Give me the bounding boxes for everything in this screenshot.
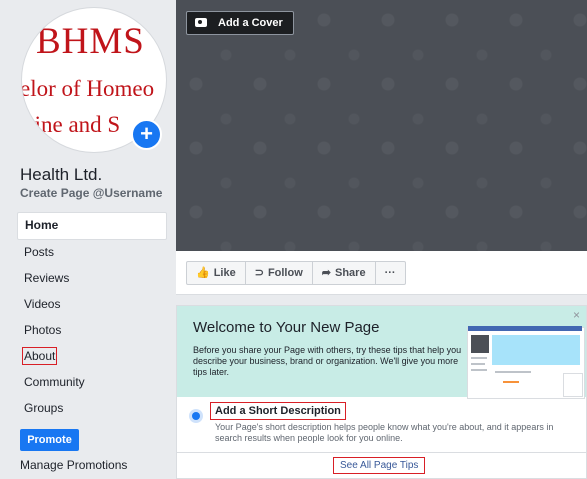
tip-title[interactable]: Add a Short Description <box>210 402 346 420</box>
share-arrow-icon: ➦ <box>321 267 331 279</box>
logo-text-line1: elor of Homeo <box>22 76 155 101</box>
nav-label: Community <box>24 375 85 389</box>
nav-label: Photos <box>24 323 62 337</box>
nav-label: Home <box>25 218 59 232</box>
nav-label: Posts <box>24 245 55 259</box>
logo-text-main: BHMS <box>36 21 145 62</box>
nav-item-community[interactable]: Community <box>17 370 167 396</box>
tips-footer: See All Page Tips <box>177 452 586 479</box>
nav-item-posts[interactable]: Posts <box>17 240 167 266</box>
left-column: BHMS elor of Homeo icine and S + Health … <box>0 0 176 479</box>
follow-label: Follow <box>267 267 303 279</box>
nav-label: About <box>21 347 58 365</box>
logo-text-line2: icine and S <box>22 112 121 137</box>
nav-item-groups[interactable]: Groups <box>17 396 167 422</box>
create-username-link[interactable]: Create Page @Username <box>20 186 162 200</box>
tip-item[interactable]: Add a Short Description Your Page's shor… <box>177 397 586 452</box>
nav-label: Reviews <box>24 271 70 285</box>
page-nav: Home Posts Reviews Videos Photos About C… <box>17 212 167 422</box>
rss-icon: ⊃ <box>254 267 264 279</box>
nav-label: Videos <box>24 297 61 311</box>
welcome-header: Welcome to Your New Page Before you shar… <box>177 306 587 399</box>
page-title: Health Ltd. <box>20 165 103 184</box>
add-cover-label: Add a Cover <box>218 17 283 29</box>
add-photo-plus-icon[interactable]: + <box>131 119 162 150</box>
follow-button[interactable]: ⊃ Follow <box>246 262 313 284</box>
cover-photo-area: Add a Cover <box>176 0 587 251</box>
like-button[interactable]: 👍 Like <box>187 262 246 284</box>
manage-promotions-link[interactable]: Manage Promotions <box>20 458 127 472</box>
thumbs-up-icon: 👍 <box>196 267 210 279</box>
see-all-tips-link[interactable]: See All Page Tips <box>332 457 426 474</box>
welcome-title: Welcome to Your New Page <box>193 319 380 336</box>
nav-item-home[interactable]: Home <box>17 212 167 240</box>
promote-button[interactable]: Promote <box>20 429 79 451</box>
action-button-group: 👍 Like ⊃ Follow ➦ Share ··· <box>186 261 406 285</box>
page-preview-illustration <box>467 325 587 399</box>
camera-icon <box>195 18 207 27</box>
welcome-description: Before you share your Page with others, … <box>193 345 462 377</box>
share-button[interactable]: ➦ Share <box>313 262 376 284</box>
lightbulb-icon <box>192 412 200 420</box>
add-cover-button[interactable]: Add a Cover <box>186 11 294 35</box>
more-options-button[interactable]: ··· <box>376 262 405 284</box>
nav-item-photos[interactable]: Photos <box>17 318 167 344</box>
tip-description: Your Page's short description helps peop… <box>215 422 554 443</box>
close-icon[interactable]: × <box>573 308 580 322</box>
nav-item-reviews[interactable]: Reviews <box>17 266 167 292</box>
nav-item-videos[interactable]: Videos <box>17 292 167 318</box>
page-action-bar: 👍 Like ⊃ Follow ➦ Share ··· <box>176 251 587 295</box>
like-label: Like <box>213 267 236 279</box>
nav-item-about[interactable]: About <box>17 344 167 370</box>
nav-label: Groups <box>24 401 64 415</box>
welcome-card: Welcome to Your New Page Before you shar… <box>176 305 587 479</box>
share-label: Share <box>334 267 366 279</box>
